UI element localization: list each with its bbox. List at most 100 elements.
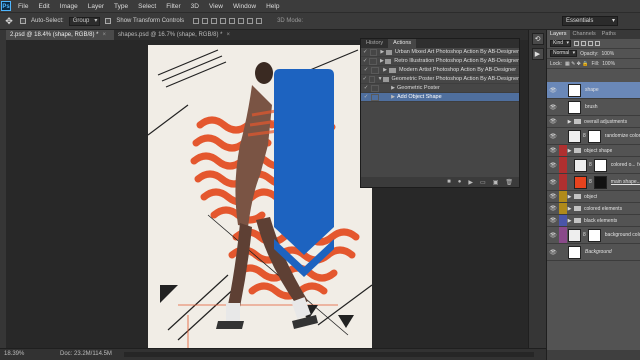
layer-row[interactable]: 👁 ▶ overall adjustments bbox=[547, 116, 640, 128]
layer-mask-thumbnail[interactable] bbox=[593, 158, 607, 172]
menu-select[interactable]: Select bbox=[133, 3, 161, 10]
visibility-eye-icon[interactable]: 👁 bbox=[547, 145, 559, 156]
play-panel-icon[interactable]: ▶ bbox=[531, 48, 544, 60]
menu-help[interactable]: Help bbox=[261, 3, 284, 10]
visibility-eye-icon[interactable]: 👁 bbox=[547, 99, 559, 115]
menu-3d[interactable]: 3D bbox=[186, 3, 204, 10]
new-set-icon[interactable]: ▭ bbox=[480, 179, 486, 186]
horizontal-scrollbar[interactable] bbox=[124, 352, 534, 357]
show-transform-checkbox[interactable] bbox=[105, 18, 112, 24]
visibility-eye-icon[interactable]: 👁 bbox=[547, 203, 559, 214]
layer-row[interactable]: 👁 ▶ object bbox=[547, 191, 640, 203]
expand-icon[interactable]: ▶ bbox=[379, 58, 386, 64]
action-row[interactable]: ✓ ▼ Geometric Poster Photoshop Action By A… bbox=[361, 75, 519, 84]
tab-actions[interactable]: Actions bbox=[388, 39, 417, 48]
check-icon[interactable]: ✓ bbox=[361, 76, 369, 82]
dialog-toggle[interactable] bbox=[371, 84, 379, 92]
align-center-icon[interactable] bbox=[229, 18, 236, 24]
dialog-toggle[interactable] bbox=[371, 93, 379, 101]
check-icon[interactable]: ✓ bbox=[361, 58, 369, 64]
visibility-eye-icon[interactable]: 👁 bbox=[547, 82, 559, 98]
tab-history[interactable]: History bbox=[361, 39, 388, 48]
expand-icon[interactable]: ▶ bbox=[389, 85, 397, 91]
action-row[interactable]: ✓ ▶ Add Object Shape bbox=[361, 93, 519, 102]
filter-shape-icon[interactable] bbox=[595, 41, 601, 46]
close-icon[interactable]: × bbox=[226, 32, 230, 38]
expand-icon[interactable]: ▶ bbox=[389, 94, 397, 100]
filter-kind-dropdown[interactable]: Kind bbox=[550, 40, 572, 47]
action-row[interactable]: ✓ ▶ Geometric Poster bbox=[361, 84, 519, 93]
visibility-eye-icon[interactable]: 👁 bbox=[547, 244, 559, 260]
check-icon[interactable]: ✓ bbox=[361, 67, 371, 73]
check-icon[interactable]: ✓ bbox=[361, 49, 370, 55]
layer-row[interactable]: 👁 8 main shape... bbox=[547, 174, 640, 191]
layer-row[interactable]: 👁 ▶ colored elements bbox=[547, 203, 640, 215]
fill-value[interactable]: 100% bbox=[602, 61, 615, 67]
distribute-icon[interactable] bbox=[247, 18, 254, 24]
expand-icon[interactable]: ▶ bbox=[381, 67, 389, 73]
tab-layers[interactable]: Layers bbox=[547, 30, 570, 39]
layer-row[interactable]: 👁 brush bbox=[547, 99, 640, 116]
record-icon[interactable]: ● bbox=[458, 179, 462, 185]
visibility-eye-icon[interactable]: 👁 bbox=[547, 128, 559, 144]
layer-row[interactable]: 👁 Background bbox=[547, 244, 640, 261]
align-left-icon[interactable] bbox=[220, 18, 227, 24]
close-icon[interactable]: × bbox=[102, 32, 106, 38]
visibility-eye-icon[interactable]: 👁 bbox=[547, 116, 559, 127]
filter-type-icon[interactable] bbox=[588, 41, 594, 46]
visibility-eye-icon[interactable]: 👁 bbox=[547, 191, 559, 202]
dialog-toggle[interactable] bbox=[369, 57, 377, 65]
menu-edit[interactable]: Edit bbox=[33, 3, 54, 10]
opacity-value[interactable]: 100% bbox=[601, 51, 614, 57]
layer-row[interactable]: 👁 8 colored o... fx bbox=[547, 157, 640, 174]
action-row[interactable]: ✓ ▶ Modern Artist Photoshop Action By AB-D… bbox=[361, 66, 519, 75]
check-icon[interactable]: ✓ bbox=[361, 94, 371, 100]
filter-pixel-icon[interactable] bbox=[574, 41, 580, 46]
workspace-switcher[interactable]: Essentials bbox=[562, 16, 618, 26]
tab-document-1[interactable]: 2.psd @ 18.4% (shape, RGB/8) * × bbox=[6, 30, 114, 40]
menu-type[interactable]: Type bbox=[109, 3, 133, 10]
auto-select-dropdown[interactable]: Group bbox=[68, 16, 101, 26]
menu-view[interactable]: View bbox=[204, 3, 228, 10]
dialog-toggle[interactable] bbox=[368, 75, 376, 83]
new-action-icon[interactable]: ▣ bbox=[493, 179, 499, 186]
menu-file[interactable]: File bbox=[13, 3, 33, 10]
tab-paths[interactable]: Paths bbox=[599, 30, 619, 39]
layer-row[interactable]: 👁 shape bbox=[547, 82, 640, 99]
layer-mask-thumbnail[interactable] bbox=[587, 228, 601, 242]
dialog-toggle[interactable] bbox=[369, 48, 377, 56]
blend-mode-dropdown[interactable]: Normal bbox=[550, 50, 578, 57]
layer-row[interactable]: 👁 8 background color bbox=[547, 227, 640, 244]
action-row[interactable]: ✓ ▶ Urban Mixed Art Photoshop Action By AB… bbox=[361, 48, 519, 57]
visibility-eye-icon[interactable]: 👁 bbox=[547, 157, 559, 173]
play-icon[interactable]: ▶ bbox=[468, 179, 473, 186]
expand-icon[interactable]: ▶ bbox=[567, 119, 572, 125]
align-bottom-icon[interactable] bbox=[211, 18, 218, 24]
expand-icon[interactable]: ▶ bbox=[567, 194, 572, 200]
expand-icon[interactable]: ▶ bbox=[567, 206, 572, 212]
tab-channels[interactable]: Channels bbox=[570, 30, 599, 39]
menu-image[interactable]: Image bbox=[55, 3, 83, 10]
visibility-eye-icon[interactable]: 👁 bbox=[547, 227, 559, 243]
dialog-toggle[interactable] bbox=[371, 66, 379, 74]
distribute-h-icon[interactable] bbox=[256, 18, 263, 24]
layer-row[interactable]: 👁 ▶ black elements bbox=[547, 215, 640, 227]
layer-mask-thumbnail[interactable] bbox=[593, 175, 607, 189]
visibility-eye-icon[interactable]: 👁 bbox=[547, 215, 559, 226]
expand-icon[interactable]: ▶ bbox=[567, 218, 572, 224]
check-icon[interactable]: ✓ bbox=[361, 85, 371, 91]
menu-window[interactable]: Window bbox=[228, 3, 261, 10]
layer-row[interactable]: 👁 ▶ object shape bbox=[547, 145, 640, 157]
visibility-eye-icon[interactable]: 👁 bbox=[547, 174, 559, 190]
menu-layer[interactable]: Layer bbox=[83, 3, 109, 10]
action-row[interactable]: ✓ ▶ Retro Illustration Photoshop Action By… bbox=[361, 57, 519, 66]
auto-select-checkbox[interactable] bbox=[20, 18, 26, 24]
expand-icon[interactable]: ▶ bbox=[567, 148, 572, 154]
align-top-icon[interactable] bbox=[193, 18, 200, 24]
zoom-level[interactable]: 18.39% bbox=[4, 349, 24, 360]
layer-row[interactable]: 👁 8 randomize color bbox=[547, 128, 640, 145]
move-tool-icon[interactable]: ✥ bbox=[3, 15, 15, 27]
layer-mask-thumbnail[interactable] bbox=[587, 129, 601, 143]
filter-adjust-icon[interactable] bbox=[581, 41, 587, 46]
lock-icons[interactable]: ▦ ✎ ✥ 🔒 bbox=[565, 61, 589, 67]
